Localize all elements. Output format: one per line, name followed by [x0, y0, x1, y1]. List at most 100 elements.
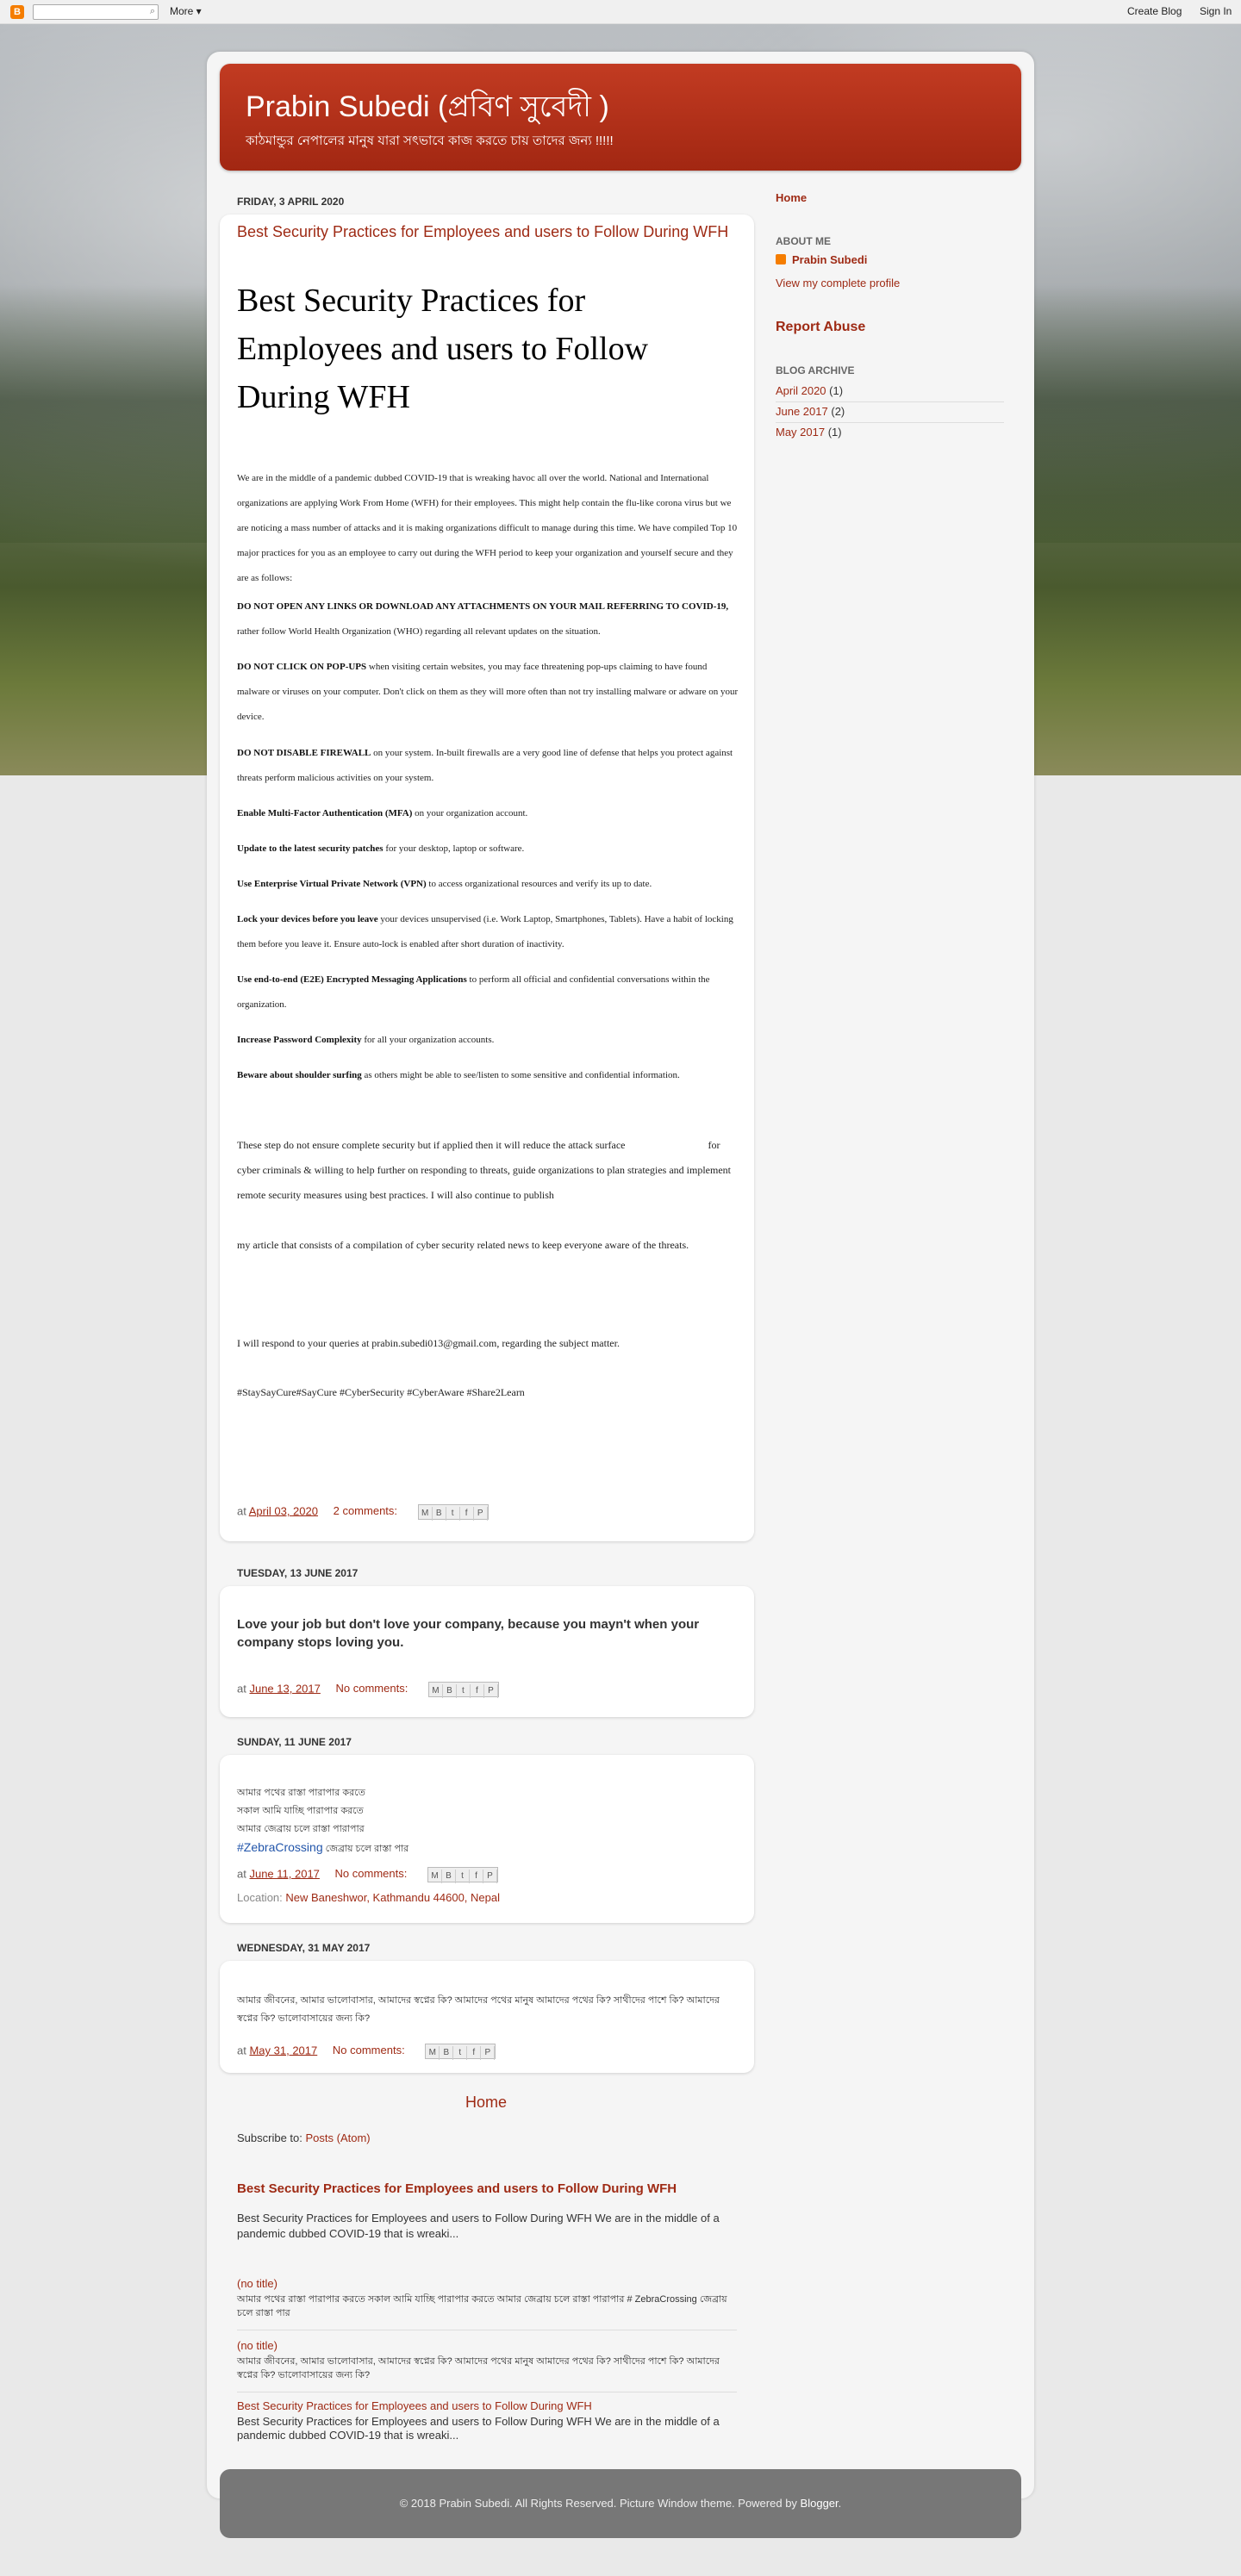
post-timestamp-link[interactable]: May 31, 2017 — [249, 2044, 317, 2056]
page-footer: © 2018 Prabin Subedi. All Rights Reserve… — [220, 2469, 1021, 2538]
post-date: Friday, 3 April 2020 — [237, 196, 345, 208]
post-intro: We are in the middle of a pandemic dubbe… — [237, 473, 738, 583]
post-body: আমার পথের রাস্তা পারাপার করতে সকাল আমি য… — [237, 1788, 409, 1854]
comments-link[interactable]: No comments: — [336, 1682, 408, 1695]
share-buttons: MBtfP — [427, 1867, 498, 1883]
post-paragraph: my article that consists of a compilatio… — [237, 1239, 689, 1251]
blogger-link[interactable]: Blogger — [801, 2497, 839, 2510]
email-share-icon[interactable]: M — [426, 2046, 440, 2060]
post-body: Love your job but don't love your compan… — [237, 1617, 700, 1650]
blogger-profile-icon — [776, 254, 786, 264]
email-share-icon[interactable]: M — [428, 1870, 442, 1883]
sign-in-link[interactable]: Sign In — [1200, 5, 1232, 17]
popular-post-title[interactable]: Best Security Practices for Employees an… — [237, 2399, 592, 2412]
sidebar-home-link[interactable]: Home — [776, 191, 807, 204]
home-link[interactable]: Home — [465, 2094, 507, 2112]
pinterest-share-icon[interactable]: P — [484, 1684, 498, 1698]
post-footer: at May 31, 2017 No comments: MBtfP — [237, 2044, 496, 2060]
tip-item: Use Enterprise Virtual Private Network (… — [237, 879, 652, 889]
blog-description: কাঠমান্ডুর নেপালের মানুষ যারা সৎভাবে কাজ… — [246, 134, 614, 148]
comments-link[interactable]: 2 comments: — [334, 1504, 397, 1517]
report-abuse-link[interactable]: Report Abuse — [776, 320, 865, 335]
comments-link[interactable]: No comments: — [333, 2044, 405, 2056]
tip-item: DO NOT DISABLE FIREWALL on your system. … — [237, 748, 733, 783]
post-date: Tuesday, 13 June 2017 — [237, 1567, 359, 1579]
comments-link[interactable]: No comments: — [335, 1867, 408, 1880]
archive-item-may-2017: May 2017 (1) — [776, 426, 842, 439]
tip-item: DO NOT CLICK ON POP-UPS when visiting ce… — [237, 662, 739, 722]
popular-post-snippet: Best Security Practices for Employees an… — [237, 2415, 720, 2442]
location-link[interactable]: New Baneshwor, Kathmandu 44600, Nepal — [285, 1891, 500, 1904]
blog-header: Prabin Subedi (প্রবিণ সুবেদী ) কাঠমান্ডু… — [220, 64, 1021, 171]
post-paragraph: These step do not ensure complete securi… — [237, 1139, 733, 1201]
post-paragraph: I will respond to your queries at prabin… — [237, 1337, 620, 1349]
twitter-share-icon[interactable]: t — [453, 2046, 468, 2060]
facebook-share-icon[interactable]: f — [470, 1870, 483, 1883]
blogger-navbar: B ⌕ More ▾ Create Blog Sign In — [0, 0, 1241, 24]
post-body: আমার জীবনের, আমার ভালোবাসার, আমাদের স্বপ… — [237, 1995, 720, 2024]
archive-item-june-2017: June 2017 (2) — [776, 405, 845, 418]
posts-atom-link[interactable]: Posts (Atom) — [306, 2131, 371, 2144]
facebook-share-icon[interactable]: f — [467, 2046, 482, 2060]
post-timestamp-link[interactable]: June 11, 2017 — [249, 1867, 319, 1880]
post-timestamp-link[interactable]: April 03, 2020 — [249, 1504, 318, 1517]
tip-item: Enable Multi-Factor Authentication (MFA)… — [237, 808, 528, 818]
twitter-share-icon[interactable]: t — [456, 1870, 470, 1883]
post-card: Best Security Practices for Employees an… — [220, 215, 754, 1541]
share-buttons: MBtfP — [425, 2044, 496, 2060]
archive-item-april-2020: April 2020 (1) — [776, 384, 844, 397]
popular-post-snippet: আমার জীবনের, আমার ভালোবাসার, আমাদের স্বপ… — [237, 2356, 720, 2380]
pinterest-share-icon[interactable]: P — [474, 1507, 488, 1521]
blogthis-share-icon[interactable]: B — [443, 1684, 457, 1698]
blog-archive-title: Blog Archive — [776, 364, 855, 376]
blog-title[interactable]: Prabin Subedi (প্রবিণ সুবেদী ) — [246, 84, 609, 134]
create-blog-link[interactable]: Create Blog — [1127, 5, 1182, 17]
post-title-link[interactable]: Best Security Practices for Employees an… — [237, 223, 728, 241]
post-hashtags: #StaySayCure#SayCure #CyberSecurity #Cyb… — [237, 1386, 525, 1398]
post-card: Love your job but don't love your compan… — [220, 1586, 754, 1717]
tip-item: Update to the latest security patches fo… — [237, 843, 525, 854]
post-heading: Best Security Practices for Employees an… — [237, 283, 649, 415]
search-icon[interactable]: ⌕ — [150, 6, 155, 17]
tip-item: Increase Password Complexity for all you… — [237, 1035, 495, 1045]
twitter-share-icon[interactable]: t — [457, 1684, 471, 1698]
blogthis-share-icon[interactable]: B — [442, 1870, 456, 1883]
post-card: আমার জীবনের, আমার ভালোবাসার, আমাদের স্বপ… — [220, 1961, 754, 2073]
more-menu[interactable]: More ▾ — [170, 5, 202, 17]
hashtag-link[interactable]: #ZebraCrossing — [237, 1840, 323, 1854]
tip-item: Lock your devices before you leave your … — [237, 914, 733, 949]
pinterest-share-icon[interactable]: P — [483, 1870, 497, 1883]
post-timestamp-link[interactable]: June 13, 2017 — [249, 1682, 320, 1695]
pinterest-share-icon[interactable]: P — [481, 2046, 496, 2060]
featured-post-title[interactable]: Best Security Practices for Employees an… — [237, 2181, 677, 2196]
featured-post-snippet: Best Security Practices for Employees an… — [237, 2212, 720, 2240]
twitter-share-icon[interactable]: t — [446, 1507, 460, 1521]
tip-item: Beware about shoulder surfing as others … — [237, 1070, 680, 1080]
tip-item: DO NOT OPEN ANY LINKS OR DOWNLOAD ANY AT… — [237, 601, 729, 637]
popular-post-title[interactable]: (no title) — [237, 2277, 278, 2290]
about-me-title: About Me — [776, 235, 831, 247]
popular-post-snippet: আমার পথের রাস্তা পারাপার করতে সকাল আমি য… — [237, 2294, 727, 2318]
post-date: Wednesday, 31 May 2017 — [237, 1942, 371, 1954]
share-buttons: MBtfP — [427, 1682, 499, 1698]
tip-item: Use end-to-end (E2E) Encrypted Messaging… — [237, 974, 710, 1010]
post-footer: at June 13, 2017 No comments: MBtfP — [237, 1682, 499, 1698]
email-share-icon[interactable]: M — [419, 1507, 433, 1521]
post-footer: at June 11, 2017 No comments: MBtfP — [237, 1867, 498, 1883]
facebook-share-icon[interactable]: f — [471, 1684, 484, 1698]
divider — [776, 422, 1004, 423]
post-footer: at April 03, 2020 2 comments: MBtfP — [237, 1504, 489, 1521]
blogger-logo-icon[interactable]: B — [10, 5, 24, 19]
subscribe-row: Subscribe to: Posts (Atom) — [237, 2131, 371, 2144]
facebook-share-icon[interactable]: f — [460, 1507, 474, 1521]
email-share-icon[interactable]: M — [429, 1684, 443, 1698]
divider — [776, 401, 1004, 402]
blogthis-share-icon[interactable]: B — [433, 1507, 446, 1521]
profile-name-link[interactable]: Prabin Subedi — [792, 253, 867, 266]
share-buttons: MBtfP — [417, 1504, 489, 1521]
post-date: Sunday, 11 June 2017 — [237, 1736, 352, 1748]
search-input[interactable]: ⌕ — [33, 4, 159, 20]
popular-post-title[interactable]: (no title) — [237, 2339, 278, 2352]
blogthis-share-icon[interactable]: B — [440, 2046, 454, 2060]
view-profile-link[interactable]: View my complete profile — [776, 277, 900, 289]
